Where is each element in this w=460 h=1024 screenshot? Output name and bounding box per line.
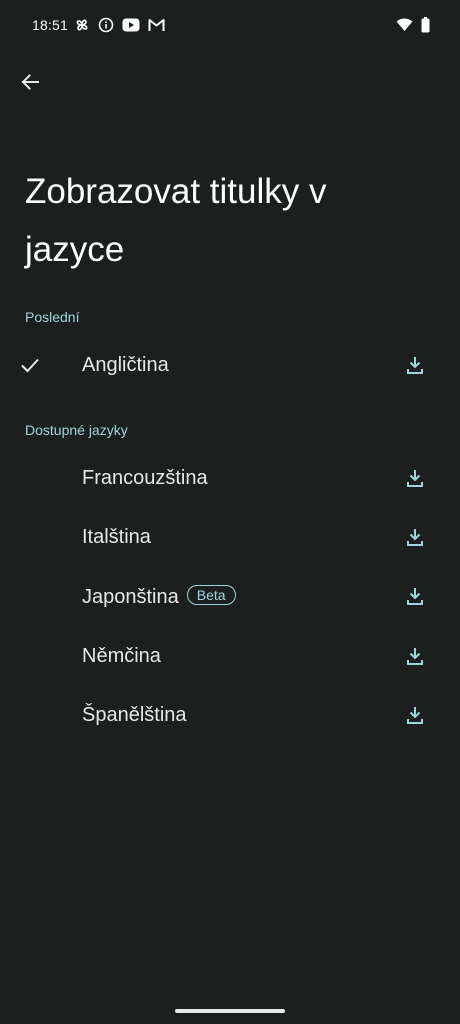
language-row-anglictina[interactable]: Angličtina xyxy=(0,337,460,393)
page-title: Zobrazovat titulky v jazyce xyxy=(25,172,327,269)
download-button[interactable] xyxy=(401,701,429,729)
language-label-wrap: Japonština Beta xyxy=(82,585,236,609)
status-bar: 18:51 xyxy=(0,0,460,52)
back-button[interactable] xyxy=(14,66,46,98)
download-icon xyxy=(407,648,423,665)
download-button[interactable] xyxy=(401,582,429,610)
status-time: 18:51 xyxy=(32,17,69,33)
section-label-available: Dostupné jazyky xyxy=(25,422,128,438)
language-label: Angličtina xyxy=(82,354,169,376)
youtube-icon xyxy=(122,18,140,32)
gmail-icon xyxy=(148,18,165,32)
system-icons xyxy=(396,17,430,33)
download-icon xyxy=(407,357,423,374)
language-row-japonstina[interactable]: Japonština Beta xyxy=(0,568,460,624)
language-label: Francouzština xyxy=(82,467,208,489)
notification-icons xyxy=(74,17,165,33)
download-icon xyxy=(407,529,423,546)
download-icon xyxy=(407,588,423,605)
download-icon xyxy=(407,707,423,724)
language-label: Japonština xyxy=(82,586,179,608)
arrow-back-icon xyxy=(21,74,39,90)
download-button[interactable] xyxy=(401,642,429,670)
download-button[interactable] xyxy=(401,464,429,492)
language-label: Němčina xyxy=(82,645,161,667)
language-label: Italština xyxy=(82,526,151,548)
download-button[interactable] xyxy=(401,523,429,551)
language-row-francouzstina[interactable]: Francouzština xyxy=(0,450,460,506)
section-label-recent: Poslední xyxy=(25,309,80,325)
wifi-icon xyxy=(396,18,413,32)
download-icon xyxy=(407,470,423,487)
battery-icon xyxy=(421,17,430,33)
pinwheel-icon xyxy=(74,17,90,33)
language-row-spanelstina[interactable]: Španělština xyxy=(0,687,460,743)
check-icon xyxy=(18,353,42,377)
home-indicator[interactable] xyxy=(175,1009,285,1013)
info-icon xyxy=(98,17,114,33)
beta-badge: Beta xyxy=(186,585,236,605)
download-button[interactable] xyxy=(401,351,429,379)
language-row-nemcina[interactable]: Němčina xyxy=(0,628,460,684)
language-label: Španělština xyxy=(82,704,187,726)
language-row-italstina[interactable]: Italština xyxy=(0,509,460,565)
